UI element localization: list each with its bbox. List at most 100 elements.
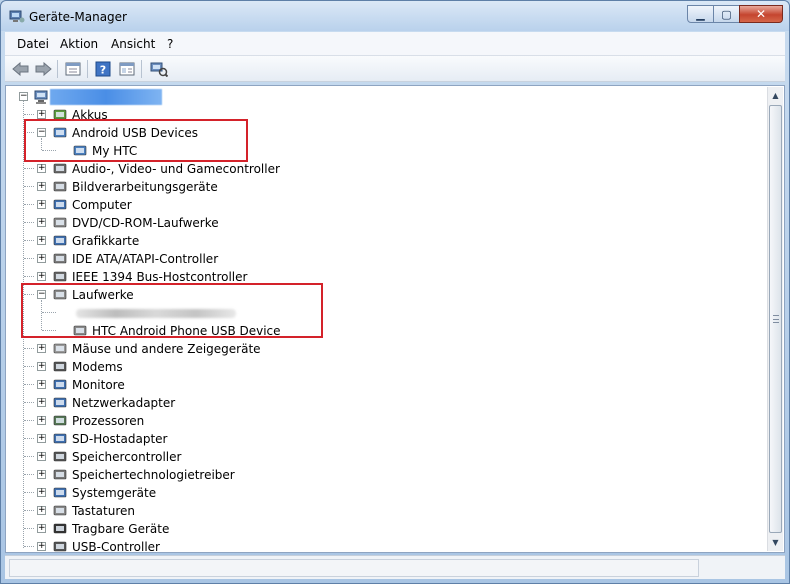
window-title: Geräte-Manager: [29, 10, 127, 24]
keyboard-icon: [53, 505, 67, 516]
tree-category-row[interactable]: + Tastaturen: [6, 502, 406, 520]
expand-toggle[interactable]: +: [37, 254, 46, 263]
modem-icon: [53, 361, 67, 372]
expand-toggle[interactable]: +: [37, 434, 46, 443]
tree-category-row[interactable]: + Netzwerkadapter: [6, 394, 406, 412]
expand-toggle[interactable]: +: [37, 380, 46, 389]
computer-name-redacted: [50, 89, 162, 105]
forward-arrow-icon: [35, 62, 52, 76]
title-bar[interactable]: Geräte-Manager ▁ ▢ ✕: [1, 1, 789, 31]
expand-toggle[interactable]: +: [37, 272, 46, 281]
tree-category-row[interactable]: + Speichertechnologietreiber: [6, 466, 406, 484]
tree-category-label: IEEE 1394 Bus-Hostcontroller: [72, 270, 248, 284]
device-tree[interactable]: − + Akkus − Android USB Devices My HTC + Audio…: [5, 85, 785, 556]
tree-category-label: Prozessoren: [72, 414, 145, 428]
portable-device-icon: [53, 523, 67, 534]
tree-root[interactable]: −: [6, 88, 306, 106]
menu-aktion[interactable]: Aktion: [60, 37, 98, 51]
tree-category-row[interactable]: + Mäuse und andere Zeigegeräte: [6, 340, 406, 358]
display-adapter-icon: [53, 235, 67, 246]
expand-toggle[interactable]: +: [37, 470, 46, 479]
ide-controller-icon: [53, 253, 67, 264]
menu-ansicht[interactable]: Ansicht: [111, 37, 155, 51]
expand-toggle[interactable]: +: [37, 416, 46, 425]
tree-category-label: Tastaturen: [72, 504, 135, 518]
sd-card-icon: [53, 433, 67, 444]
tree-category-row[interactable]: + Audio-, Video- und Gamecontroller: [6, 160, 406, 178]
menu-datei[interactable]: Datei: [17, 37, 49, 51]
view-pane-button[interactable]: [117, 59, 137, 79]
scan-hardware-icon: [150, 62, 168, 77]
tree-category-label: Computer: [72, 198, 132, 212]
tree-category-row[interactable]: + Prozessoren: [6, 412, 406, 430]
expand-toggle[interactable]: +: [37, 236, 46, 245]
svg-text:?: ?: [100, 64, 106, 77]
expand-toggle[interactable]: +: [37, 488, 46, 497]
tree-category-row[interactable]: + Tragbare Geräte: [6, 520, 406, 538]
scan-hardware-button[interactable]: [149, 59, 169, 79]
expand-toggle[interactable]: +: [37, 182, 46, 191]
tree-category-label: Mäuse und andere Zeigegeräte: [72, 342, 261, 356]
expand-toggle[interactable]: +: [37, 524, 46, 533]
maximize-button[interactable]: ▢: [713, 5, 740, 23]
toolbar: ?: [5, 56, 785, 82]
camera-icon: [53, 181, 67, 192]
help-button[interactable]: ?: [93, 59, 113, 79]
expand-toggle[interactable]: +: [37, 218, 46, 227]
tree-category-label: Bildverarbeitungsgeräte: [72, 180, 218, 194]
expand-toggle[interactable]: +: [37, 110, 46, 119]
tree-category-row[interactable]: + Bildverarbeitungsgeräte: [6, 178, 406, 196]
caption-buttons: ▁ ▢ ✕: [687, 5, 783, 23]
forward-button[interactable]: [33, 59, 53, 79]
tree-category-row[interactable]: + DVD/CD-ROM-Laufwerke: [6, 214, 406, 232]
tree-category-row[interactable]: + Speichercontroller: [6, 448, 406, 466]
tree-category-row[interactable]: + Monitore: [6, 376, 406, 394]
expand-toggle[interactable]: +: [37, 164, 46, 173]
expand-toggle[interactable]: +: [37, 542, 46, 551]
back-button[interactable]: [11, 59, 31, 79]
tree-category-row[interactable]: + Systemgeräte: [6, 484, 406, 502]
tree-category-label: Modems: [72, 360, 123, 374]
expand-toggle[interactable]: +: [37, 398, 46, 407]
tree-category-label: Netzwerkadapter: [72, 396, 176, 410]
device-manager-icon: [9, 10, 25, 23]
tree-category-label: DVD/CD-ROM-Laufwerke: [72, 216, 219, 230]
expand-toggle[interactable]: +: [37, 200, 46, 209]
highlight-android-usb-devices: [24, 119, 248, 162]
menu-bar: Datei Aktion Ansicht ?: [5, 32, 785, 56]
tree-category-row[interactable]: + Computer: [6, 196, 406, 214]
properties-pane-button[interactable]: [63, 59, 83, 79]
expand-toggle[interactable]: +: [37, 506, 46, 515]
processor-icon: [53, 415, 67, 426]
tree-category-row[interactable]: + Grafikkarte: [6, 232, 406, 250]
tree-category-row[interactable]: + Modems: [6, 358, 406, 376]
storage-driver-icon: [53, 469, 67, 480]
speaker-icon: [53, 163, 67, 174]
expand-toggle[interactable]: +: [37, 362, 46, 371]
scroll-up-arrow-icon[interactable]: ▲: [768, 87, 783, 104]
minimize-button[interactable]: ▁: [687, 5, 714, 23]
usb-icon: [53, 541, 67, 552]
tree-category-label: Tragbare Geräte: [72, 522, 170, 536]
device-manager-window: Geräte-Manager ▁ ▢ ✕ Datei Aktion Ansich…: [0, 0, 790, 584]
tree-category-row[interactable]: + USB-Controller: [6, 538, 406, 556]
close-button[interactable]: ✕: [739, 5, 783, 23]
vertical-scrollbar[interactable]: ▲ ▼: [767, 87, 783, 551]
scroll-down-arrow-icon[interactable]: ▼: [768, 534, 783, 551]
tree-category-row[interactable]: + SD-Hostadapter: [6, 430, 406, 448]
tree-category-label: USB-Controller: [72, 540, 160, 554]
tree-category-label: Grafikkarte: [72, 234, 140, 248]
help-icon: ?: [95, 61, 111, 77]
scrollbar-thumb[interactable]: [769, 105, 782, 533]
collapse-toggle[interactable]: −: [19, 92, 28, 101]
disc-icon: [53, 217, 67, 228]
status-bar: [5, 555, 785, 579]
tree-category-row[interactable]: + IDE ATA/ATAPI-Controller: [6, 250, 406, 268]
tree-category-label: Speichercontroller: [72, 450, 182, 464]
tree-category-label: Systemgeräte: [72, 486, 157, 500]
monitor-icon: [53, 199, 67, 210]
expand-toggle[interactable]: +: [37, 344, 46, 353]
menu-help[interactable]: ?: [167, 37, 173, 51]
computer-icon: [34, 90, 48, 104]
expand-toggle[interactable]: +: [37, 452, 46, 461]
